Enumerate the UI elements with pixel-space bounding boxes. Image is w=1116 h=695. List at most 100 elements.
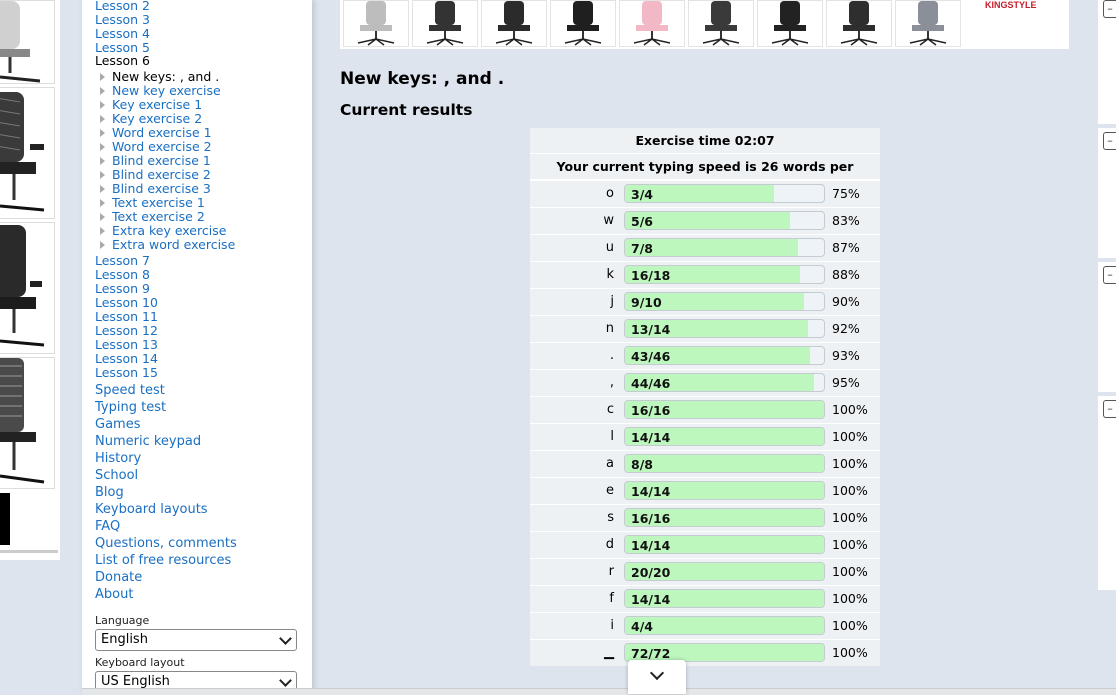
ad-chair-thumb[interactable] (550, 0, 616, 47)
accuracy-bar: 43/46 (624, 346, 825, 365)
result-percent: 87% (832, 240, 860, 255)
triangle-right-icon (100, 87, 105, 95)
collapse-icon[interactable]: – (1103, 400, 1116, 418)
result-row: c 16/16 100% (530, 396, 880, 423)
sidebar-nav-link[interactable]: Speed test (95, 383, 165, 398)
result-row: u 7/8 87% (530, 234, 880, 261)
sidebar-sub-item[interactable]: Blind exercise 1 (100, 154, 211, 168)
sidebar-lesson-link[interactable]: Lesson 8 (95, 268, 150, 282)
top-ad-banner[interactable]: KINGSTYLE (340, 0, 1069, 49)
sidebar-sub-item-label: Text exercise 2 (112, 209, 205, 224)
result-percent: 75% (832, 186, 860, 201)
sidebar-current-lesson[interactable]: Lesson 6 (95, 54, 150, 68)
sidebar-nav-link[interactable]: School (95, 468, 138, 483)
sidebar-nav-link[interactable]: Games (95, 417, 140, 432)
sidebar-lesson-link[interactable]: Lesson 10 (95, 296, 158, 310)
result-count: 9/10 (631, 295, 662, 310)
brand-logo[interactable]: KINGSTYLE (985, 0, 1037, 10)
accuracy-bar: 3/4 (624, 184, 825, 203)
accuracy-bar: 44/46 (624, 373, 825, 392)
chair-image (426, 1, 464, 46)
sidebar-sub-item[interactable]: Key exercise 1 (100, 98, 202, 112)
right-ad[interactable]: – (1098, 396, 1116, 590)
sidebar-sub-item[interactable]: Extra key exercise (100, 224, 226, 238)
sidebar-nav-link[interactable]: List of free resources (95, 553, 231, 568)
typing-speed: Your current typing speed is 26 words pe… (530, 154, 880, 199)
language-select[interactable]: English (95, 629, 297, 651)
triangle-right-icon (100, 241, 105, 249)
ad-chair-thumb[interactable] (895, 0, 961, 47)
result-row: e 14/14 100% (530, 477, 880, 504)
ad-chair-thumb[interactable] (0, 0, 55, 84)
accuracy-bar: 7/8 (624, 238, 825, 257)
result-percent: 100% (832, 402, 868, 417)
ad-chair-thumb[interactable] (343, 0, 409, 47)
sidebar-lesson-link[interactable]: Lesson 3 (95, 13, 150, 27)
sidebar-lesson-link[interactable]: Lesson 12 (95, 324, 158, 338)
ad-chair-thumb[interactable] (412, 0, 478, 47)
ad-chair-thumb[interactable] (826, 0, 892, 47)
accuracy-bar: 14/14 (624, 589, 825, 608)
sidebar-nav-link[interactable]: Blog (95, 485, 124, 500)
sidebar-nav-link[interactable]: Donate (95, 570, 142, 585)
sidebar-sub-item[interactable]: New key exercise (100, 84, 221, 98)
result-key: r (608, 564, 614, 579)
result-count: 4/4 (631, 619, 653, 634)
sidebar-sub-item[interactable]: Blind exercise 2 (100, 168, 211, 182)
sidebar-nav-link[interactable]: Questions, comments (95, 536, 237, 551)
result-percent: 92% (832, 321, 860, 336)
result-row: w 5/6 83% (530, 207, 880, 234)
sidebar-sub-item[interactable]: Extra word exercise (100, 238, 235, 252)
sidebar-lesson-link[interactable]: Lesson 11 (95, 310, 158, 324)
scroll-down-button[interactable] (628, 660, 686, 694)
sidebar: Lesson 2 Lesson 3 Lesson 4 Lesson 5 Lesson … (82, 0, 312, 694)
sidebar-lesson-link[interactable]: Lesson 4 (95, 27, 150, 41)
chair-image (0, 225, 45, 347)
result-percent: 100% (832, 564, 868, 579)
result-row: j 9/10 90% (530, 288, 880, 315)
result-key: d (605, 537, 614, 552)
sidebar-lesson-link[interactable]: Lesson 14 (95, 352, 158, 366)
sidebar-lesson-link[interactable]: Lesson 13 (95, 338, 158, 352)
sidebar-sub-item[interactable]: Word exercise 2 (100, 140, 212, 154)
result-percent: 88% (832, 267, 860, 282)
language-value: English (101, 632, 148, 647)
ad-chair-thumb[interactable] (757, 0, 823, 47)
ad-chair-thumb[interactable] (0, 357, 55, 489)
left-ad-strip[interactable] (0, 0, 60, 560)
sidebar-sub-item[interactable]: Key exercise 2 (100, 112, 202, 126)
sidebar-sub-item[interactable]: Word exercise 1 (100, 126, 212, 140)
result-count: 14/14 (631, 538, 671, 553)
result-count: 43/46 (631, 349, 671, 364)
collapse-icon[interactable]: – (1103, 266, 1116, 284)
triangle-right-icon (100, 199, 105, 207)
ad-chair-thumb[interactable] (481, 0, 547, 47)
right-ad[interactable]: – (1098, 0, 1116, 124)
sidebar-sub-item[interactable]: Text exercise 1 (100, 196, 205, 210)
sidebar-nav-link[interactable]: Numeric keypad (95, 434, 201, 449)
collapse-icon[interactable]: – (1103, 0, 1116, 18)
results-table: Exercise time 02:07 Your current typing … (530, 128, 880, 666)
sidebar-nav-link[interactable]: Keyboard layouts (95, 502, 208, 517)
result-row: , 44/46 95% (530, 369, 880, 396)
sidebar-nav-link[interactable]: History (95, 451, 141, 466)
sidebar-nav-link[interactable]: FAQ (95, 519, 120, 534)
results-title: Current results (340, 101, 473, 119)
ad-chair-thumb[interactable] (688, 0, 754, 47)
sidebar-nav-link[interactable]: Typing test (95, 400, 166, 415)
sidebar-sub-item[interactable]: Text exercise 2 (100, 209, 205, 224)
sidebar-sub-item[interactable]: Blind exercise 3 (100, 182, 211, 196)
sidebar-lesson-link[interactable]: Lesson 15 (95, 366, 158, 380)
right-ad[interactable]: – (1098, 128, 1116, 258)
sidebar-lesson-link[interactable]: Lesson 9 (95, 282, 150, 296)
ad-chair-thumb[interactable] (0, 87, 55, 219)
collapse-icon[interactable]: – (1103, 132, 1116, 150)
ad-chair-thumb[interactable] (0, 222, 55, 354)
ad-chair-thumb[interactable] (619, 0, 685, 47)
sidebar-sub-item[interactable]: New keys: , and . (100, 70, 219, 84)
result-count: 20/20 (631, 565, 671, 580)
sidebar-nav-link[interactable]: About (95, 587, 133, 602)
result-count: 14/14 (631, 430, 671, 445)
right-ad[interactable]: – (1098, 262, 1116, 392)
sidebar-lesson-link[interactable]: Lesson 7 (95, 254, 150, 268)
